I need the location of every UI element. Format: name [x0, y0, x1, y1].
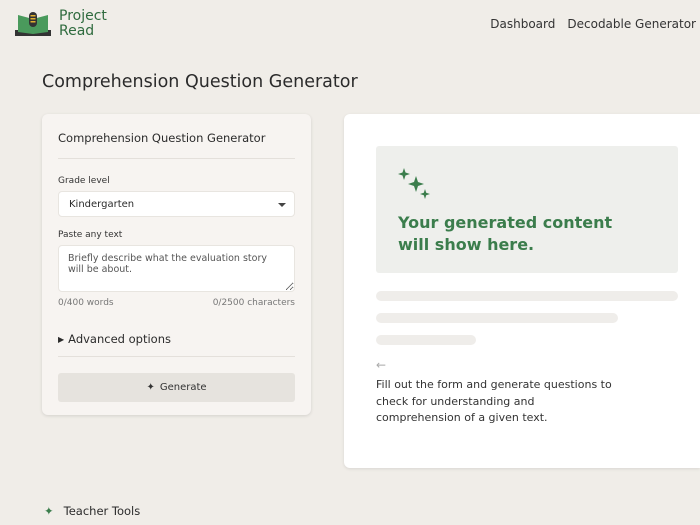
- placeholder-title: Your generated content will show here.: [398, 212, 628, 256]
- text-input[interactable]: [58, 245, 295, 292]
- book-logo-icon: [15, 10, 51, 38]
- nav-dashboard[interactable]: Dashboard: [490, 17, 555, 31]
- chevron-down-icon: [278, 203, 286, 207]
- generate-label: Generate: [160, 382, 207, 393]
- skeleton-line: [376, 291, 678, 301]
- help-text: Fill out the form and generate questions…: [376, 377, 612, 427]
- form-title: Comprehension Question Generator: [58, 131, 295, 159]
- logo-text-1: Project: [59, 9, 107, 24]
- grade-select[interactable]: Kindergarten: [58, 191, 295, 217]
- skeleton-line: [376, 313, 618, 323]
- sparkle-icon: ✦: [44, 504, 54, 518]
- grade-label: Grade level: [58, 176, 295, 186]
- generate-button[interactable]: ✦ Generate: [58, 373, 295, 402]
- top-nav: Dashboard Decodable Generator: [490, 17, 696, 31]
- page-title: Comprehension Question Generator: [42, 72, 358, 92]
- arrow-left-icon: ←: [376, 358, 386, 372]
- logo-text-2: Read: [59, 24, 107, 39]
- teacher-tools[interactable]: ✦ Teacher Tools: [44, 504, 140, 518]
- advanced-label: Advanced options: [68, 332, 171, 346]
- char-count: 0/2500 characters: [213, 298, 295, 308]
- nav-decodable-generator[interactable]: Decodable Generator: [567, 17, 696, 31]
- advanced-options-toggle[interactable]: ▶ Advanced options: [58, 332, 295, 357]
- word-count: 0/400 words: [58, 298, 114, 308]
- teacher-tools-label: Teacher Tools: [64, 504, 141, 518]
- output-placeholder: Your generated content will show here.: [376, 146, 678, 273]
- generator-form: Comprehension Question Generator Grade l…: [42, 114, 311, 415]
- skeleton-line: [376, 335, 476, 345]
- sparkle-icon: [398, 168, 430, 199]
- triangle-right-icon: ▶: [58, 335, 64, 344]
- text-label: Paste any text: [58, 230, 295, 240]
- sparkle-icon: ✦: [146, 382, 154, 393]
- grade-value: Kindergarten: [69, 199, 134, 210]
- logo[interactable]: ProjectRead: [15, 9, 107, 39]
- output-panel: Your generated content will show here. ←…: [344, 114, 700, 468]
